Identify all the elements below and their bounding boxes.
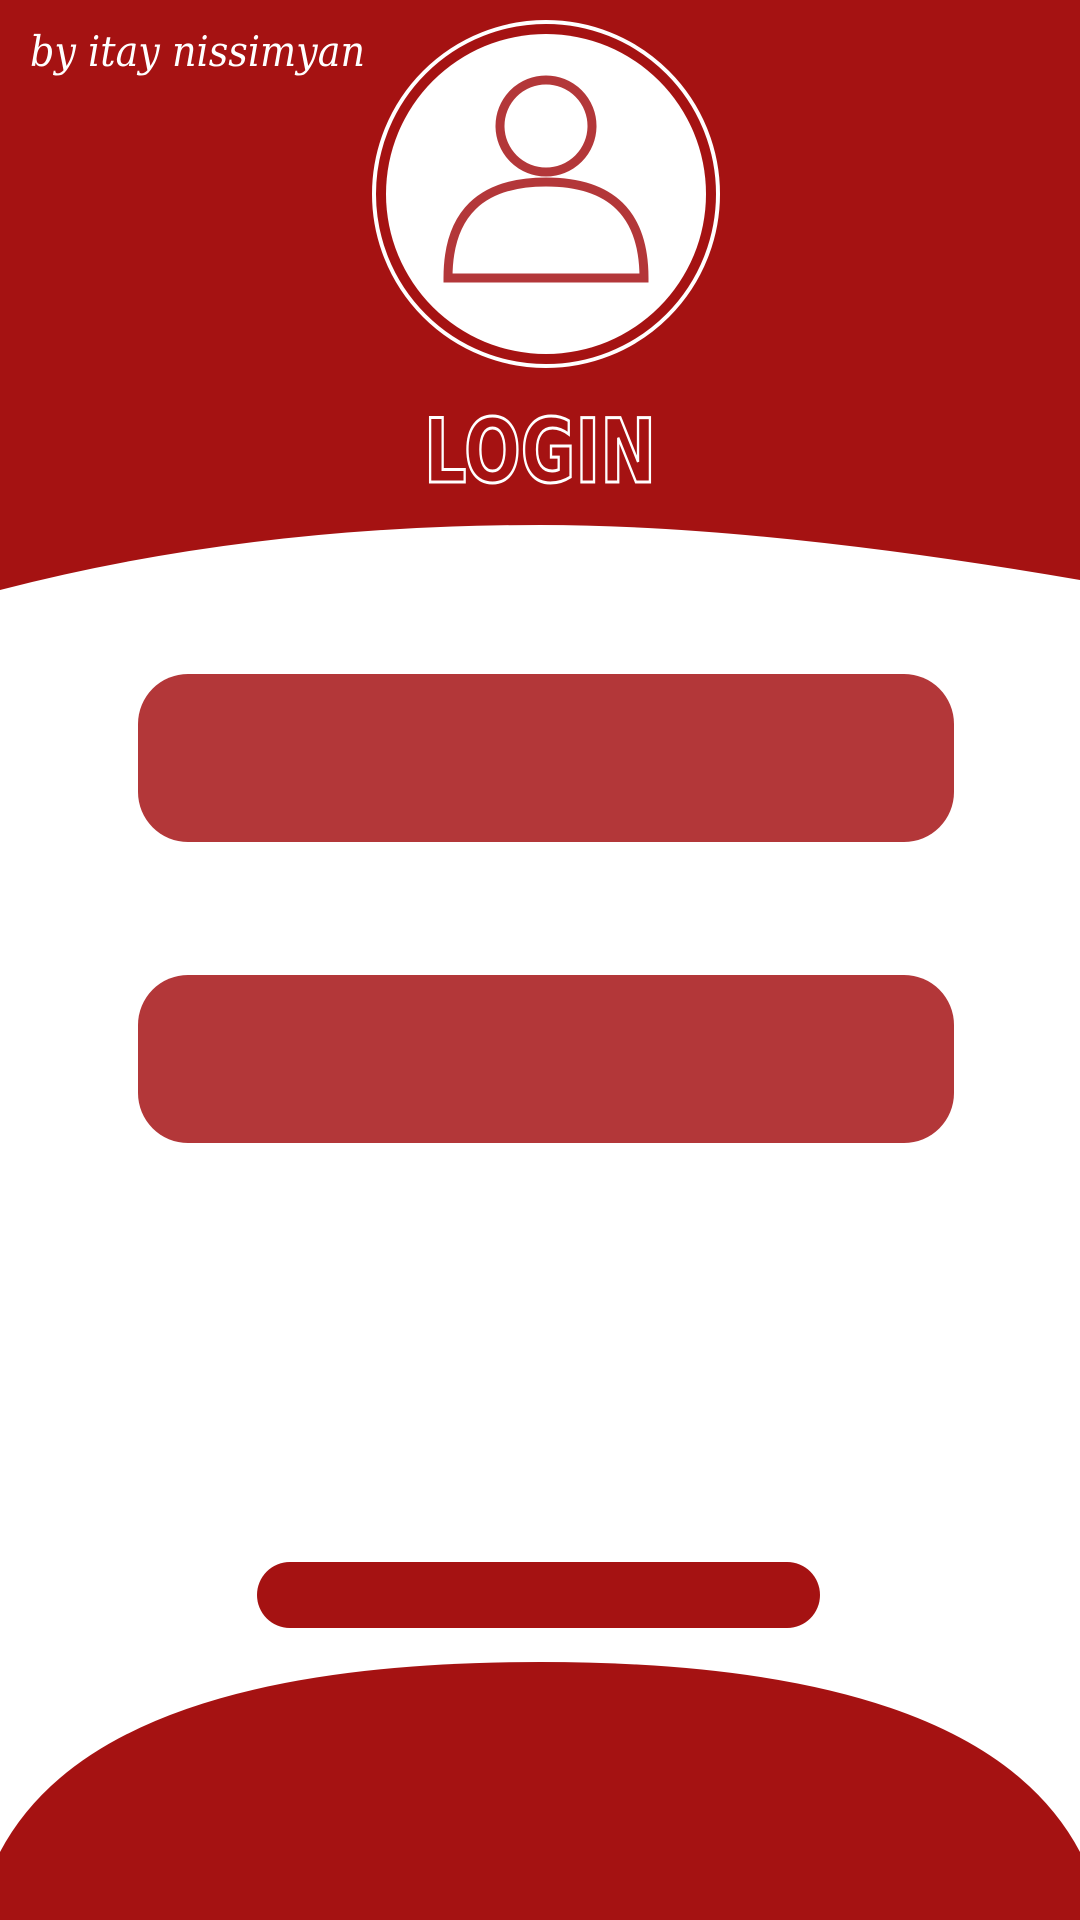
- username-field[interactable]: [138, 674, 954, 842]
- user-profile-icon: [372, 20, 720, 368]
- svg-text:LOGIN: LOGIN: [424, 400, 656, 502]
- svg-text:by itay nissimyan: by itay nissimyan: [30, 27, 365, 76]
- page-title: LOGIN: [423, 399, 658, 503]
- footer-background: [0, 1662, 1080, 1920]
- login-button[interactable]: [257, 1562, 820, 1628]
- author-signature: by itay nissimyan: [30, 27, 365, 76]
- password-field[interactable]: [138, 975, 954, 1143]
